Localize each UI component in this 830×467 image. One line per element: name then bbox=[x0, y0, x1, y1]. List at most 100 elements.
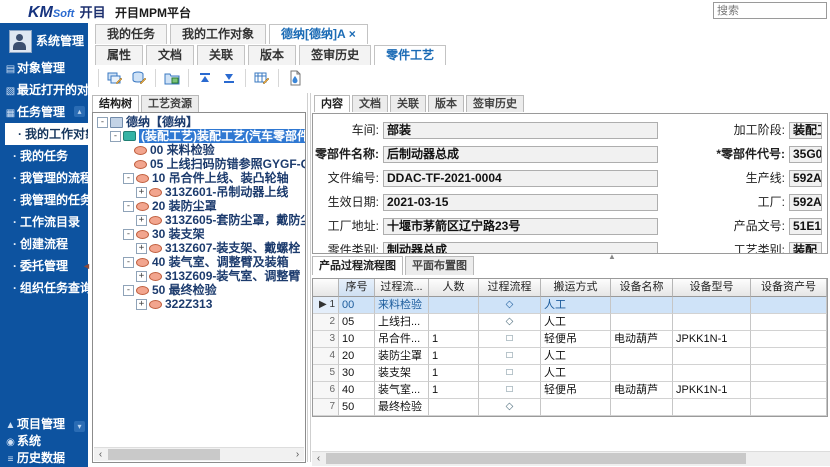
table-cell-equip_name[interactable] bbox=[611, 314, 673, 331]
object-tab-零件工艺[interactable]: 零件工艺 bbox=[374, 45, 446, 65]
collapse-bottom-icon[interactable] bbox=[217, 68, 241, 88]
table-cell-people[interactable] bbox=[429, 314, 479, 331]
sidebar-item-对象管理[interactable]: ▤对象管理 bbox=[0, 57, 88, 79]
toggle-icon[interactable]: ▾ bbox=[74, 421, 85, 432]
tree-node[interactable]: -30 装支架 bbox=[95, 227, 305, 241]
collapse-box-icon[interactable]: - bbox=[123, 201, 134, 212]
table-cell-equip_model[interactable] bbox=[673, 399, 751, 416]
table-cell-equip_model[interactable] bbox=[673, 348, 751, 365]
form-input[interactable]: 后制动器总成 bbox=[383, 146, 658, 163]
form-input[interactable]: 592A bbox=[789, 194, 822, 211]
table-cell-seq[interactable]: 20 bbox=[339, 348, 375, 365]
tree-node[interactable]: -40 装气室、调整臂及装箱 bbox=[95, 255, 305, 269]
folder-image-icon[interactable] bbox=[160, 68, 184, 88]
collapse-box-icon[interactable]: - bbox=[123, 173, 134, 184]
tree-node[interactable]: -(装配工艺)装配工艺(汽车零部件) bbox=[95, 129, 305, 143]
table-header-cell[interactable]: 过程流程 bbox=[479, 279, 541, 297]
table-cell-name[interactable]: 上线扫... bbox=[375, 314, 429, 331]
table-cell-people[interactable] bbox=[429, 297, 479, 314]
table-cell-transport[interactable]: 人工 bbox=[541, 297, 611, 314]
row-selector-cell[interactable]: 3 bbox=[313, 331, 339, 348]
paste-document-icon[interactable] bbox=[283, 68, 307, 88]
tree-node[interactable]: 00 来料检验 bbox=[95, 143, 305, 157]
table-cell-equip_model[interactable] bbox=[673, 297, 751, 314]
row-selector-cell[interactable]: ▶ 1 bbox=[313, 297, 339, 314]
table-cell-seq[interactable]: 30 bbox=[339, 365, 375, 382]
table-cell-name[interactable]: 最终检验 bbox=[375, 399, 429, 416]
sidebar-item-组织任务查询[interactable]: ·组织任务查询 bbox=[0, 277, 88, 299]
form-input[interactable]: 部装 bbox=[383, 122, 658, 139]
tree-node[interactable]: -10 吊合件上线、装凸轮轴 bbox=[95, 171, 305, 185]
table-cell-equip_model[interactable] bbox=[673, 365, 751, 382]
object-tab-版本[interactable]: 版本 bbox=[248, 45, 296, 65]
detail-tab-内容[interactable]: 内容 bbox=[314, 95, 350, 112]
object-tab-文档[interactable]: 文档 bbox=[146, 45, 194, 65]
table-cell-equip_name[interactable] bbox=[611, 297, 673, 314]
detail-tab-关联[interactable]: 关联 bbox=[390, 95, 426, 112]
pane-splitter[interactable] bbox=[307, 93, 311, 462]
table-cell-people[interactable]: 1 bbox=[429, 382, 479, 399]
scroll-thumb[interactable] bbox=[326, 453, 746, 464]
avatar[interactable] bbox=[9, 30, 32, 53]
table-cell-people[interactable]: 1 bbox=[429, 348, 479, 365]
sidebar-item-项目管理[interactable]: ▲项目管理▾ bbox=[0, 416, 88, 433]
table-cell-equip_asset[interactable] bbox=[751, 314, 827, 331]
form-input[interactable]: 35G0C4-03 bbox=[789, 146, 822, 163]
sidebar-item-我管理的流程[interactable]: ·我管理的流程 bbox=[0, 167, 88, 189]
splitter-up-icon[interactable]: ▲ bbox=[608, 252, 616, 261]
table-header-cell[interactable]: 设备型号 bbox=[673, 279, 751, 297]
table-row[interactable]: 750最终检验◇ bbox=[313, 399, 827, 416]
collapse-box-icon[interactable]: - bbox=[123, 285, 134, 296]
edit-stack-icon[interactable] bbox=[127, 68, 151, 88]
collapse-box-icon[interactable]: - bbox=[97, 117, 108, 128]
object-tab-签审历史[interactable]: 签审历史 bbox=[299, 45, 371, 65]
table-cell-equip_model[interactable] bbox=[673, 314, 751, 331]
sidebar-item-我的任务[interactable]: ·我的任务 bbox=[0, 145, 88, 167]
tree-tab-结构树[interactable]: 结构树 bbox=[92, 95, 139, 112]
table-cell-equip_asset[interactable] bbox=[751, 382, 827, 399]
table-cell-name[interactable]: 装防尘罩 bbox=[375, 348, 429, 365]
table-cell-name[interactable]: 来料检验 bbox=[375, 297, 429, 314]
table-cell-symbol[interactable]: ◇ bbox=[479, 297, 541, 314]
sidebar-item-创建流程[interactable]: ·创建流程 bbox=[0, 233, 88, 255]
detail-tab-签审历史[interactable]: 签审历史 bbox=[466, 95, 524, 112]
table-header-cell[interactable]: 序号 bbox=[339, 279, 375, 297]
table-cell-seq[interactable]: 10 bbox=[339, 331, 375, 348]
table-header-cell[interactable]: 人数 bbox=[429, 279, 479, 297]
table-cell-symbol[interactable]: ◇ bbox=[479, 399, 541, 416]
sidebar-item-最近打开的对象[interactable]: ▧最近打开的对象 bbox=[0, 79, 88, 101]
table-row[interactable]: 640装气室...1□轻便吊电动葫芦JPKK1N-1 bbox=[313, 382, 827, 399]
table-cell-equip_name[interactable]: 电动葫芦 bbox=[611, 331, 673, 348]
tree-node[interactable]: +313Z605-套防尘罩，戴防尘罩帽 bbox=[95, 213, 305, 227]
table-header-cell[interactable]: 搬运方式 bbox=[541, 279, 611, 297]
sidebar-item-我的工作对象[interactable]: ·我的工作对象 bbox=[5, 123, 88, 145]
table-cell-name[interactable]: 装气室... bbox=[375, 382, 429, 399]
table-cell-equip_name[interactable] bbox=[611, 365, 673, 382]
table-cell-transport[interactable]: 人工 bbox=[541, 348, 611, 365]
sidebar-item-系统[interactable]: ◉系统 bbox=[0, 433, 88, 450]
table-cell-symbol[interactable]: □ bbox=[479, 331, 541, 348]
table-cell-equip_asset[interactable] bbox=[751, 331, 827, 348]
sidebar-item-委托管理[interactable]: ·委托管理 bbox=[0, 255, 88, 277]
table-cell-equip_name[interactable]: 电动葫芦 bbox=[611, 382, 673, 399]
row-selector-cell[interactable]: 6 bbox=[313, 382, 339, 399]
table-cell-seq[interactable]: 40 bbox=[339, 382, 375, 399]
table-cell-people[interactable]: 1 bbox=[429, 331, 479, 348]
table-cell-name[interactable]: 吊合件... bbox=[375, 331, 429, 348]
tree-node[interactable]: -德纳【德纳】 bbox=[95, 115, 305, 129]
tree-node[interactable]: +313Z609-装气室、调整臂 bbox=[95, 269, 305, 283]
collapse-box-icon[interactable]: - bbox=[123, 229, 134, 240]
search-input[interactable] bbox=[713, 2, 827, 19]
table-cell-people[interactable]: 1 bbox=[429, 365, 479, 382]
table-cell-seq[interactable]: 50 bbox=[339, 399, 375, 416]
table-cell-equip_asset[interactable] bbox=[751, 399, 827, 416]
table-cell-symbol[interactable]: □ bbox=[479, 348, 541, 365]
table-cell-symbol[interactable]: □ bbox=[479, 382, 541, 399]
sidebar-collapse-icon[interactable]: ◄ bbox=[82, 261, 91, 271]
sidebar-item-任务管理[interactable]: ▦任务管理▴ bbox=[0, 101, 88, 123]
collapse-top-icon[interactable] bbox=[193, 68, 217, 88]
tree-hscrollbar[interactable]: ‹ › bbox=[94, 447, 304, 461]
bottom-tab-产品过程流程图[interactable]: 产品过程流程图 bbox=[312, 256, 403, 275]
collapse-box-icon[interactable]: - bbox=[110, 131, 121, 142]
table-cell-equip_name[interactable] bbox=[611, 399, 673, 416]
